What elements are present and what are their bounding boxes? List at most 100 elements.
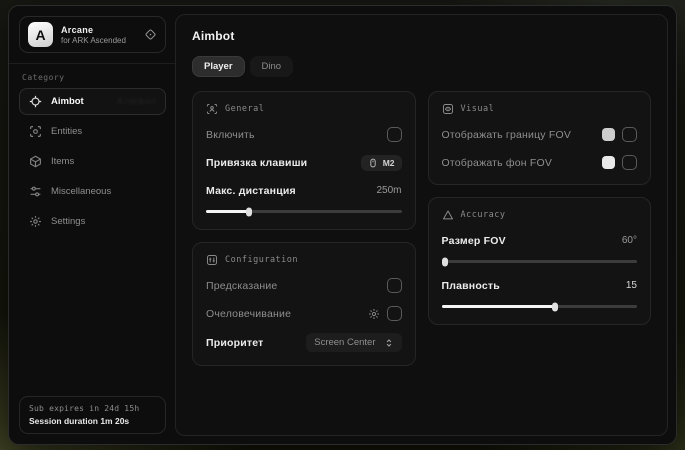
row-fov-border: Отображать границу FOV <box>442 126 638 143</box>
mouse-icon <box>368 158 378 168</box>
slider-track <box>442 260 638 264</box>
slider-track <box>206 210 402 214</box>
crosshair-icon <box>29 95 42 108</box>
keybind-value: M2 <box>383 158 395 168</box>
sidebar-nav: Aimbot Aimbot Entities <box>19 88 166 235</box>
triangle-icon <box>442 209 454 221</box>
page-title: Aimbot <box>192 29 651 43</box>
sidebar-item-items[interactable]: Items <box>19 148 166 175</box>
nav-watermark: Aimbot <box>117 96 157 107</box>
gear-icon[interactable] <box>368 308 380 320</box>
left-column: General Включить Привязка клавиши <box>192 91 416 366</box>
row-priority: Приоритет Screen Center <box>206 333 402 352</box>
category-label: Category <box>22 73 163 82</box>
humanization-controls <box>368 306 402 321</box>
smoothness-value: 15 <box>626 280 637 291</box>
row-max-distance: Макс. дистанция 250m <box>206 182 402 199</box>
brand-text: Arcane for ARK Ascended <box>61 25 126 45</box>
row-keybind: Привязка клавиши M2 <box>206 154 402 171</box>
sidebar-item-aimbot[interactable]: Aimbot Aimbot <box>19 88 166 115</box>
card-general-header: General <box>206 103 402 115</box>
card-title: Configuration <box>225 255 298 265</box>
keybind-button[interactable]: M2 <box>361 155 402 171</box>
sidebar-item-label: Entities <box>51 126 82 137</box>
enable-label: Включить <box>206 129 255 141</box>
fov-background-checkbox[interactable] <box>622 155 637 170</box>
enable-checkbox[interactable] <box>387 127 402 142</box>
sidebar-item-label: Items <box>51 156 74 167</box>
card-title: Accuracy <box>461 210 506 220</box>
fov-background-controls <box>602 155 637 170</box>
row-enable: Включить <box>206 126 402 143</box>
card-accuracy-header: Accuracy <box>442 209 638 221</box>
person-scan-icon <box>206 103 218 115</box>
slider-track <box>442 305 638 309</box>
slider-fill <box>442 305 555 309</box>
sidebar-divider <box>9 63 175 64</box>
card-general: General Включить Привязка клавиши <box>192 91 416 230</box>
prediction-checkbox[interactable] <box>387 278 402 293</box>
card-configuration: Configuration Предсказание Очеловечивани… <box>192 242 416 366</box>
fov-size-slider[interactable] <box>442 257 638 266</box>
max-distance-slider[interactable] <box>206 207 402 216</box>
fov-border-color-swatch[interactable] <box>602 128 615 141</box>
smoothness-label: Плавность <box>442 280 500 292</box>
row-smoothness: Плавность 15 <box>442 277 638 294</box>
row-prediction: Предсказание <box>206 277 402 294</box>
max-distance-label: Макс. дистанция <box>206 185 296 197</box>
fov-border-controls <box>602 127 637 142</box>
sidebar: A Arcane for ARK Ascended Category <box>9 6 175 444</box>
card-visual: Visual Отображать границу FOV Отображать… <box>428 91 652 185</box>
eye-box-icon <box>442 103 454 115</box>
sidebar-item-settings[interactable]: Settings <box>19 208 166 235</box>
prediction-label: Предсказание <box>206 280 277 292</box>
fov-size-label: Размер FOV <box>442 235 506 247</box>
priority-select-value: Screen Center <box>314 337 375 348</box>
sub-expires-text: Sub expires in 24d 15h <box>29 404 156 413</box>
subscription-card: Sub expires in 24d 15h Session duration … <box>19 396 166 434</box>
slider-thumb[interactable] <box>246 207 252 216</box>
gear-icon <box>29 215 42 228</box>
row-fov-background: Отображать фон FOV <box>442 154 638 171</box>
right-column: Visual Отображать границу FOV Отображать… <box>428 91 652 325</box>
fov-background-color-swatch[interactable] <box>602 156 615 169</box>
slider-fill <box>442 260 446 264</box>
sidebar-item-label: Settings <box>51 216 85 227</box>
sidebar-item-miscellaneous[interactable]: Miscellaneous <box>19 178 166 205</box>
card-title: General <box>225 104 264 114</box>
app-logo: A <box>28 22 53 47</box>
row-humanization: Очеловечивание <box>206 305 402 322</box>
chevron-up-down-icon <box>384 338 394 348</box>
brand-card: A Arcane for ARK Ascended <box>19 16 166 53</box>
humanization-label: Очеловечивание <box>206 308 291 320</box>
slider-thumb[interactable] <box>552 302 558 311</box>
fov-background-label: Отображать фон FOV <box>442 157 553 169</box>
box-icon <box>29 155 42 168</box>
sidebar-item-entities[interactable]: Entities <box>19 118 166 145</box>
fov-border-checkbox[interactable] <box>622 127 637 142</box>
priority-select[interactable]: Screen Center <box>306 333 401 352</box>
keybind-label: Привязка клавиши <box>206 157 307 169</box>
session-duration-text: Session duration 1m 20s <box>29 416 156 426</box>
fov-size-value: 60° <box>622 235 637 246</box>
max-distance-value: 250m <box>376 185 401 196</box>
priority-label: Приоритет <box>206 337 263 349</box>
humanization-checkbox[interactable] <box>387 306 402 321</box>
card-title: Visual <box>461 104 495 114</box>
cards-layout: General Включить Привязка клавиши <box>192 91 651 366</box>
tab-bar: Player Dino <box>192 56 651 77</box>
card-accuracy: Accuracy Размер FOV 60° <box>428 197 652 325</box>
smoothness-slider[interactable] <box>442 302 638 311</box>
app-subtitle: for ARK Ascended <box>61 36 126 45</box>
sidebar-item-label: Miscellaneous <box>51 186 111 197</box>
slider-thumb[interactable] <box>442 257 448 266</box>
card-configuration-header: Configuration <box>206 254 402 266</box>
diamond-target-icon[interactable] <box>144 28 157 41</box>
sliders-icon <box>29 185 42 198</box>
fov-border-label: Отображать границу FOV <box>442 129 572 141</box>
tab-player[interactable]: Player <box>192 56 245 77</box>
app-name: Arcane <box>61 25 126 35</box>
tab-dino[interactable]: Dino <box>250 56 294 77</box>
main-panel: Aimbot Player Dino <box>175 14 668 436</box>
app-window: A Arcane for ARK Ascended Category <box>8 5 677 445</box>
